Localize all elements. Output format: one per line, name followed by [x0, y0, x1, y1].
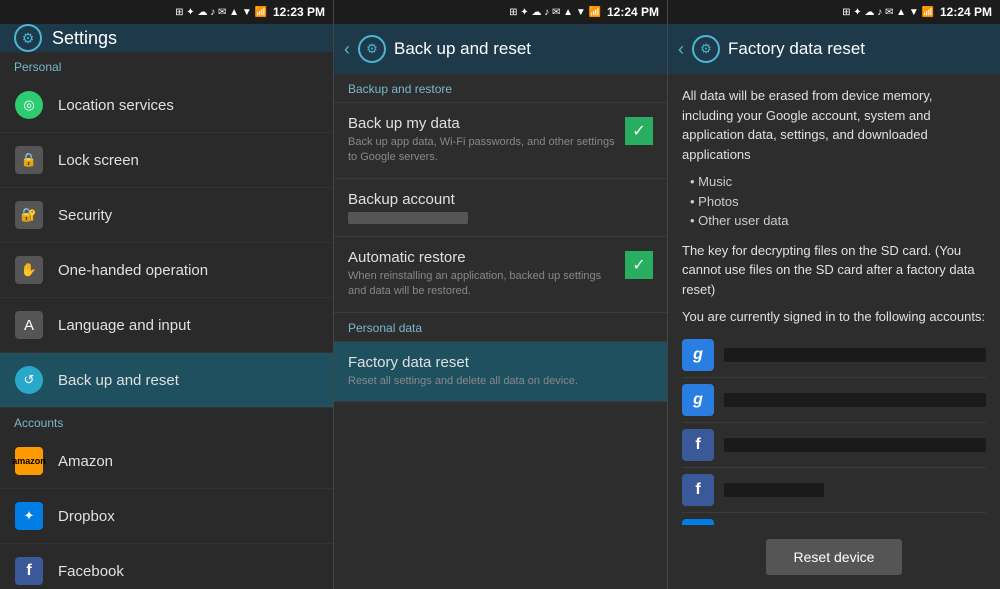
- factory-gear-icon: ⚙: [692, 35, 720, 63]
- status-bar-middle: ⊞ ✦ ☁ ♪ ✉ ▲ ▼ 📶 12:24 PM: [334, 0, 667, 24]
- bullet-other: Other user data: [690, 211, 986, 231]
- location-label: Location services: [58, 97, 174, 114]
- onehanded-label: One-handed operation: [58, 262, 208, 279]
- factory-reset-title-header: Factory data reset: [728, 39, 865, 59]
- amazon-icon: amazon: [14, 446, 44, 476]
- status-icons-middle: ⊞ ✦ ☁ ♪ ✉ ▲ ▼ 📶: [509, 7, 601, 18]
- dropbox-icon: ✦: [14, 501, 44, 531]
- location-icon: ◎: [14, 90, 44, 120]
- auto-restore-check: ✓: [625, 251, 653, 279]
- lockscreen-label: Lock screen: [58, 152, 139, 169]
- factory-reset-title: Factory data reset: [348, 354, 653, 371]
- backup-my-data-title: Back up my data: [348, 115, 615, 132]
- account-email-google-2: [724, 393, 986, 407]
- status-icons-left: ⊞ ✦ ☁ ♪ ✉ ▲ ▼ 📶: [175, 7, 267, 18]
- status-bar-left: ⊞ ✦ ☁ ♪ ✉ ▲ ▼ 📶 12:23 PM: [0, 0, 333, 24]
- accounts-section-label: Accounts: [0, 408, 333, 434]
- backup-panel: ⊞ ✦ ☁ ♪ ✉ ▲ ▼ 📶 12:24 PM ‹ ⚙ Back up and…: [334, 0, 668, 589]
- sidebar-item-lockscreen[interactable]: 🔒 Lock screen: [0, 133, 333, 188]
- settings-panel: ⊞ ✦ ☁ ♪ ✉ ▲ ▼ 📶 12:23 PM ⚙ Settings Pers…: [0, 0, 334, 589]
- factory-reset-bullet-list: Music Photos Other user data: [690, 172, 986, 231]
- sidebar-item-security[interactable]: 🔐 Security: [0, 188, 333, 243]
- onehanded-icon: ✋: [14, 255, 44, 285]
- backup-header-title: Back up and reset: [394, 39, 531, 59]
- factory-reset-text: Factory data reset Reset all settings an…: [348, 354, 653, 389]
- auto-restore-title: Automatic restore: [348, 249, 615, 266]
- personal-section-label: Personal: [0, 52, 333, 78]
- back-arrow-right[interactable]: ‹: [678, 39, 684, 60]
- backup-icon: ↺: [14, 365, 44, 395]
- backup-account-text: Backup account: [348, 191, 653, 224]
- security-icon: 🔐: [14, 200, 44, 230]
- backup-header: ‹ ⚙ Back up and reset: [334, 24, 667, 74]
- sidebar-item-location[interactable]: ◎ Location services: [0, 78, 333, 133]
- factory-reset-content-wrapper: All data will be erased from device memo…: [668, 74, 1000, 589]
- back-arrow-middle[interactable]: ‹: [344, 39, 350, 60]
- signed-in-text: You are currently signed in to the follo…: [682, 307, 986, 327]
- reset-button-container: Reset device: [668, 525, 1000, 589]
- status-icons-right: ⊞ ✦ ☁ ♪ ✉ ▲ ▼ 📶: [842, 7, 934, 18]
- settings-gear-icon: ⚙: [14, 24, 42, 52]
- status-bar-right: ⊞ ✦ ☁ ♪ ✉ ▲ ▼ 📶 12:24 PM: [668, 0, 1000, 24]
- time-right: 12:24 PM: [940, 5, 992, 19]
- factory-reset-header: ‹ ⚙ Factory data reset: [668, 24, 1000, 74]
- account-dropbox-1: ✦: [682, 513, 986, 526]
- facebook-label: Facebook: [58, 563, 124, 580]
- facebook-icon-2: f: [682, 474, 714, 506]
- sidebar-item-dropbox[interactable]: ✦ Dropbox: [0, 489, 333, 544]
- reset-device-button[interactable]: Reset device: [766, 539, 903, 575]
- google-icon-1: g: [682, 339, 714, 371]
- security-label: Security: [58, 207, 112, 224]
- backup-account-item[interactable]: Backup account: [334, 179, 667, 237]
- language-label: Language and input: [58, 317, 191, 334]
- backup-account-value: [348, 212, 653, 224]
- factory-reset-content: All data will be erased from device memo…: [668, 74, 1000, 525]
- backup-gear-icon: ⚙: [358, 35, 386, 63]
- sd-card-text: The key for decrypting files on the SD c…: [682, 241, 986, 300]
- sidebar-item-facebook[interactable]: f Facebook: [0, 544, 333, 589]
- lockscreen-icon: 🔒: [14, 145, 44, 175]
- settings-header: ⚙ Settings: [0, 24, 333, 52]
- account-facebook-2: f: [682, 468, 986, 513]
- factory-reset-panel: ⊞ ✦ ☁ ♪ ✉ ▲ ▼ 📶 12:24 PM ‹ ⚙ Factory dat…: [668, 0, 1000, 589]
- settings-title: Settings: [52, 28, 117, 49]
- facebook-icon: f: [14, 556, 44, 586]
- language-icon: A: [14, 310, 44, 340]
- factory-reset-description: All data will be erased from device memo…: [682, 86, 986, 164]
- factory-reset-desc: Reset all settings and delete all data o…: [348, 374, 653, 389]
- bullet-music: Music: [690, 172, 986, 192]
- sidebar-item-backup[interactable]: ↺ Back up and reset: [0, 353, 333, 408]
- sidebar-item-language[interactable]: A Language and input: [0, 298, 333, 353]
- account-facebook-1: f: [682, 423, 986, 468]
- factory-reset-item[interactable]: Factory data reset Reset all settings an…: [334, 342, 667, 402]
- backup-label: Back up and reset: [58, 372, 179, 389]
- account-google-2: g: [682, 378, 986, 423]
- account-email-facebook-1: [724, 438, 986, 452]
- amazon-label: Amazon: [58, 453, 113, 470]
- account-email-google-1: [724, 348, 986, 362]
- google-icon-2: g: [682, 384, 714, 416]
- bullet-photos: Photos: [690, 192, 986, 212]
- personal-data-label: Personal data: [334, 313, 667, 342]
- auto-restore-desc: When reinstalling an application, backed…: [348, 269, 615, 300]
- time-left: 12:23 PM: [273, 5, 325, 19]
- facebook-icon-1: f: [682, 429, 714, 461]
- auto-restore-text: Automatic restore When reinstalling an a…: [348, 249, 615, 300]
- account-google-1: g: [682, 333, 986, 378]
- backup-account-title: Backup account: [348, 191, 653, 208]
- backup-my-data-desc: Back up app data, Wi-Fi passwords, and o…: [348, 135, 615, 166]
- backup-my-data-check: ✓: [625, 117, 653, 145]
- backup-my-data-text: Back up my data Back up app data, Wi-Fi …: [348, 115, 615, 166]
- backup-restore-label: Backup and restore: [334, 74, 667, 103]
- backup-my-data-item[interactable]: Back up my data Back up app data, Wi-Fi …: [334, 103, 667, 179]
- dropbox-label: Dropbox: [58, 508, 115, 525]
- time-middle: 12:24 PM: [607, 5, 659, 19]
- sidebar-item-amazon[interactable]: amazon Amazon: [0, 434, 333, 489]
- sidebar-item-onehanded[interactable]: ✋ One-handed operation: [0, 243, 333, 298]
- account-email-facebook-2: [724, 483, 824, 497]
- auto-restore-item[interactable]: Automatic restore When reinstalling an a…: [334, 237, 667, 313]
